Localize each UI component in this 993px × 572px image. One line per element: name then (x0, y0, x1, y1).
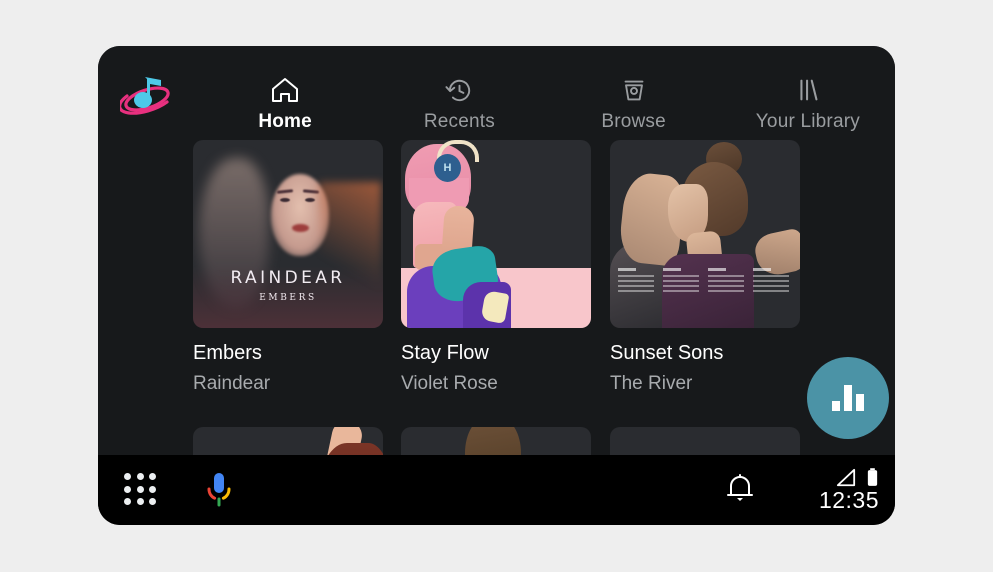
nav-tabs: Home Recents Browse Your Library (198, 46, 895, 141)
cover-art-text-columns (618, 268, 792, 312)
nav-tab-label: Recents (423, 111, 495, 132)
cover-art-text-column (708, 268, 744, 312)
media-card[interactable] (401, 427, 591, 455)
media-card[interactable]: RAINDEAR EMBERS Embers Raindear (193, 140, 383, 393)
cover-art-subtitle: EMBERS (259, 293, 317, 303)
sunset-sons-cover[interactable] (610, 140, 800, 328)
media-card-subtitle: Violet Rose (401, 373, 498, 394)
nav-tab-browse[interactable]: Browse (547, 73, 721, 141)
media-card-subtitle: The River (610, 373, 693, 394)
headphone-badge: H (434, 154, 461, 182)
app-grid-icon[interactable] (124, 473, 158, 507)
system-bar: 12:35 (98, 455, 895, 525)
history-clock-icon (444, 73, 475, 107)
media-card-subtitle: Raindear (193, 373, 271, 394)
media-card-title: Stay Flow (401, 342, 489, 364)
equalizer-icon (832, 385, 864, 411)
now-playing-fab[interactable] (807, 357, 889, 439)
media-card[interactable]: H Stay Flow Violet Rose (401, 140, 591, 393)
media-card-title: Embers (193, 342, 262, 364)
bell-icon[interactable] (723, 471, 757, 505)
assistant-mic-icon[interactable] (201, 471, 237, 511)
media-card[interactable]: Sunset Sons The River (610, 140, 800, 393)
nav-tab-your-library[interactable]: Your Library (721, 73, 895, 141)
clock-label: 12:35 (818, 487, 879, 513)
cover-art-title: RAINDEAR (230, 268, 346, 288)
cover-art-detail (305, 198, 315, 202)
media-card-grid: RAINDEAR EMBERS Embers Raindear H Stay F… (193, 140, 895, 455)
media-card[interactable] (193, 427, 383, 455)
nav-tab-recents[interactable]: Recents (372, 73, 546, 141)
stay-flow-cover[interactable]: H (401, 140, 591, 328)
browse-cup-icon (619, 73, 649, 107)
nav-tab-label: Home (258, 111, 312, 132)
top-navigation-bar: Home Recents Browse Your Library (98, 46, 895, 141)
status-cluster: 12:35 (771, 463, 881, 519)
home-icon (269, 73, 301, 107)
cover-art-detail (465, 427, 521, 455)
nav-tab-label: Your Library (755, 111, 860, 132)
nav-tab-label: Browse (601, 111, 666, 132)
cover-art-detail (292, 224, 309, 232)
nav-tab-home[interactable]: Home (198, 73, 372, 141)
screen: Home Recents Browse Your Library RAINDEA… (0, 0, 993, 572)
raindear-embers-cover[interactable]: RAINDEAR EMBERS (193, 140, 383, 328)
navy-cover[interactable] (401, 427, 591, 455)
media-card-title: Sunset Sons (610, 342, 724, 364)
cover-art-text-column (753, 268, 789, 312)
cream-cover[interactable] (610, 427, 800, 455)
media-card[interactable] (610, 427, 800, 455)
cover-art-text-column (663, 268, 699, 312)
car-head-unit-panel: Home Recents Browse Your Library RAINDEA… (98, 46, 895, 525)
library-bars-icon (793, 73, 823, 107)
music-note-orbit-logo[interactable] (118, 67, 174, 121)
pink-cover[interactable] (193, 427, 383, 455)
cover-art-text-column (618, 268, 654, 312)
cover-art-detail (280, 198, 290, 202)
